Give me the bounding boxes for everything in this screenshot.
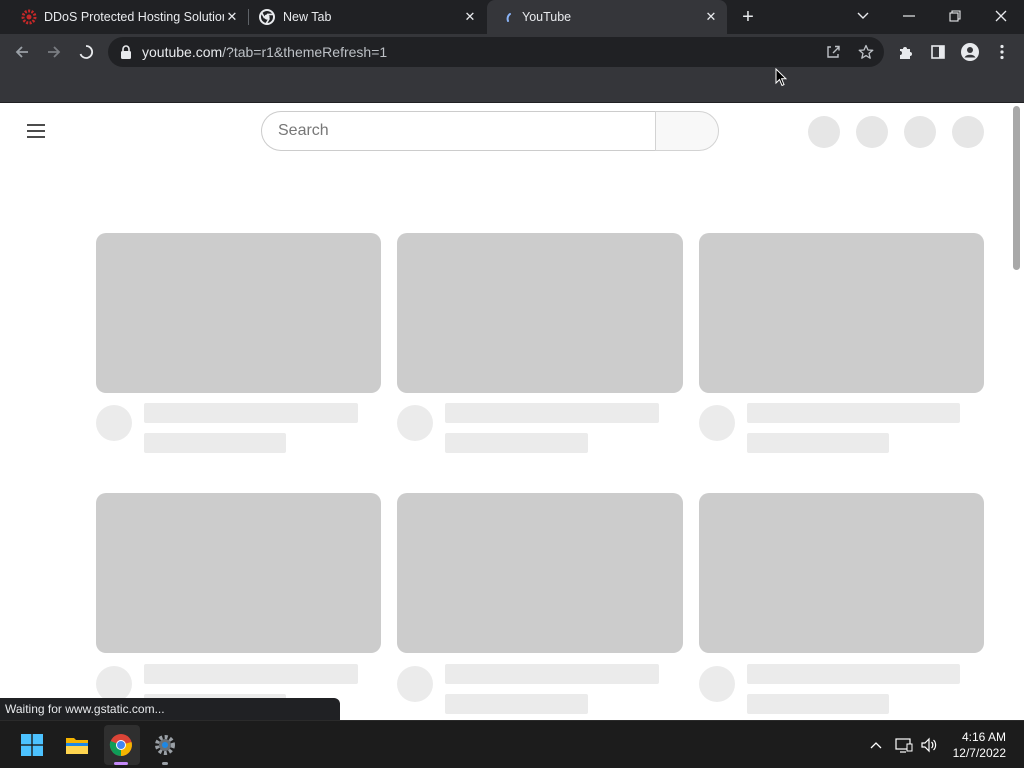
back-arrow-icon[interactable] [10,40,34,64]
profile-avatar-icon[interactable] [958,40,982,64]
settings-gear-icon[interactable] [152,732,178,758]
tab-title: DDoS Protected Hosting Solution [44,10,224,24]
header-icon-placeholder[interactable] [952,116,984,148]
share-icon[interactable] [825,44,841,65]
side-panel-icon[interactable] [926,40,950,64]
close-tab-icon[interactable]: ✕ [703,9,719,25]
tab-new-tab[interactable]: New Tab ✕ [250,0,486,34]
more-menu-icon[interactable] [990,40,1014,64]
system-clock[interactable]: 4:16 AM 12/7/2022 [953,729,1006,761]
forward-arrow-icon[interactable] [42,40,66,64]
title-line-skeleton [445,403,659,423]
volume-icon[interactable] [918,735,940,755]
header-icon-placeholder[interactable] [808,116,840,148]
file-explorer-icon[interactable] [64,732,90,758]
show-hidden-icons-chevron[interactable] [866,735,886,755]
channel-avatar-skeleton [699,405,735,441]
header-icon-placeholder[interactable] [904,116,936,148]
title-line-skeleton [747,403,960,423]
close-tab-icon[interactable]: ✕ [224,9,240,25]
lock-icon[interactable] [120,45,132,64]
tab-title: YouTube [522,10,572,24]
windows-taskbar: 4:16 AM 12/7/2022 [0,720,1024,768]
url-path: /?tab=r1&themeRefresh=1 [222,44,388,60]
tab-youtube[interactable]: YouTube ✕ [487,0,727,34]
status-bubble: Waiting for www.gstatic.com... [0,698,340,720]
thumbnail-skeleton [699,493,984,653]
page-scrollbar-thumb[interactable] [1013,106,1020,270]
hamburger-menu-icon[interactable] [24,119,48,143]
extensions-puzzle-icon[interactable] [894,40,918,64]
network-icon[interactable] [893,735,915,755]
tab-ddos-hosting[interactable]: DDoS Protected Hosting Solution ✕ [8,0,248,34]
clock-date: 12/7/2022 [952,746,1006,760]
meta-line-skeleton [747,433,889,453]
address-bar[interactable]: youtube.com/?tab=r1&themeRefresh=1 [108,37,884,67]
title-line-skeleton [445,664,659,684]
close-tab-icon[interactable]: ✕ [462,9,478,25]
thumbnail-skeleton [397,233,683,393]
tab-title: New Tab [283,10,332,24]
windows-start-icon[interactable] [20,733,44,757]
meta-line-skeleton [445,433,588,453]
meta-line-skeleton [144,433,286,453]
channel-avatar-skeleton [699,666,735,702]
bookmark-star-icon[interactable] [858,44,874,65]
url-text[interactable]: youtube.com/?tab=r1&themeRefresh=1 [142,44,387,60]
title-line-skeleton [144,403,358,423]
thumbnail-skeleton [96,493,381,653]
url-host: youtube.com [142,44,223,60]
chrome-taskbar-icon[interactable] [108,732,134,758]
tab-separator [248,9,249,25]
thumbnail-skeleton [699,233,984,393]
red-gear-icon [21,9,37,28]
meta-line-skeleton [747,694,889,714]
meta-line-skeleton [445,694,588,714]
youtube-page [0,103,1024,720]
close-window-button[interactable] [989,6,1013,26]
channel-avatar-skeleton [397,405,433,441]
header-icon-placeholder[interactable] [856,116,888,148]
loading-spinner-icon [505,10,519,27]
chrome-icon [259,9,275,28]
title-line-skeleton [747,664,960,684]
mouse-pointer-icon [775,67,788,92]
channel-avatar-skeleton [96,405,132,441]
minimize-window-button[interactable] [897,6,921,26]
tab-strip: DDoS Protected Hosting Solution ✕ New Ta… [0,0,1024,34]
thumbnail-skeleton [96,233,381,393]
bookmarks-bar [0,70,1024,103]
channel-avatar-skeleton [96,666,132,702]
restore-window-button[interactable] [943,6,967,26]
running-app-indicator [162,762,168,765]
thumbnail-skeleton [397,493,683,653]
new-tab-button[interactable]: + [736,5,760,29]
tab-search-chevron-icon[interactable] [852,6,874,26]
search-button[interactable] [655,111,719,151]
browser-toolbar: youtube.com/?tab=r1&themeRefresh=1 [0,34,1024,70]
clock-time: 4:16 AM [961,730,1006,744]
channel-avatar-skeleton [397,666,433,702]
search-input[interactable] [261,111,656,151]
stop-loading-icon[interactable] [74,40,98,64]
title-line-skeleton [144,664,358,684]
active-app-indicator [114,762,128,765]
